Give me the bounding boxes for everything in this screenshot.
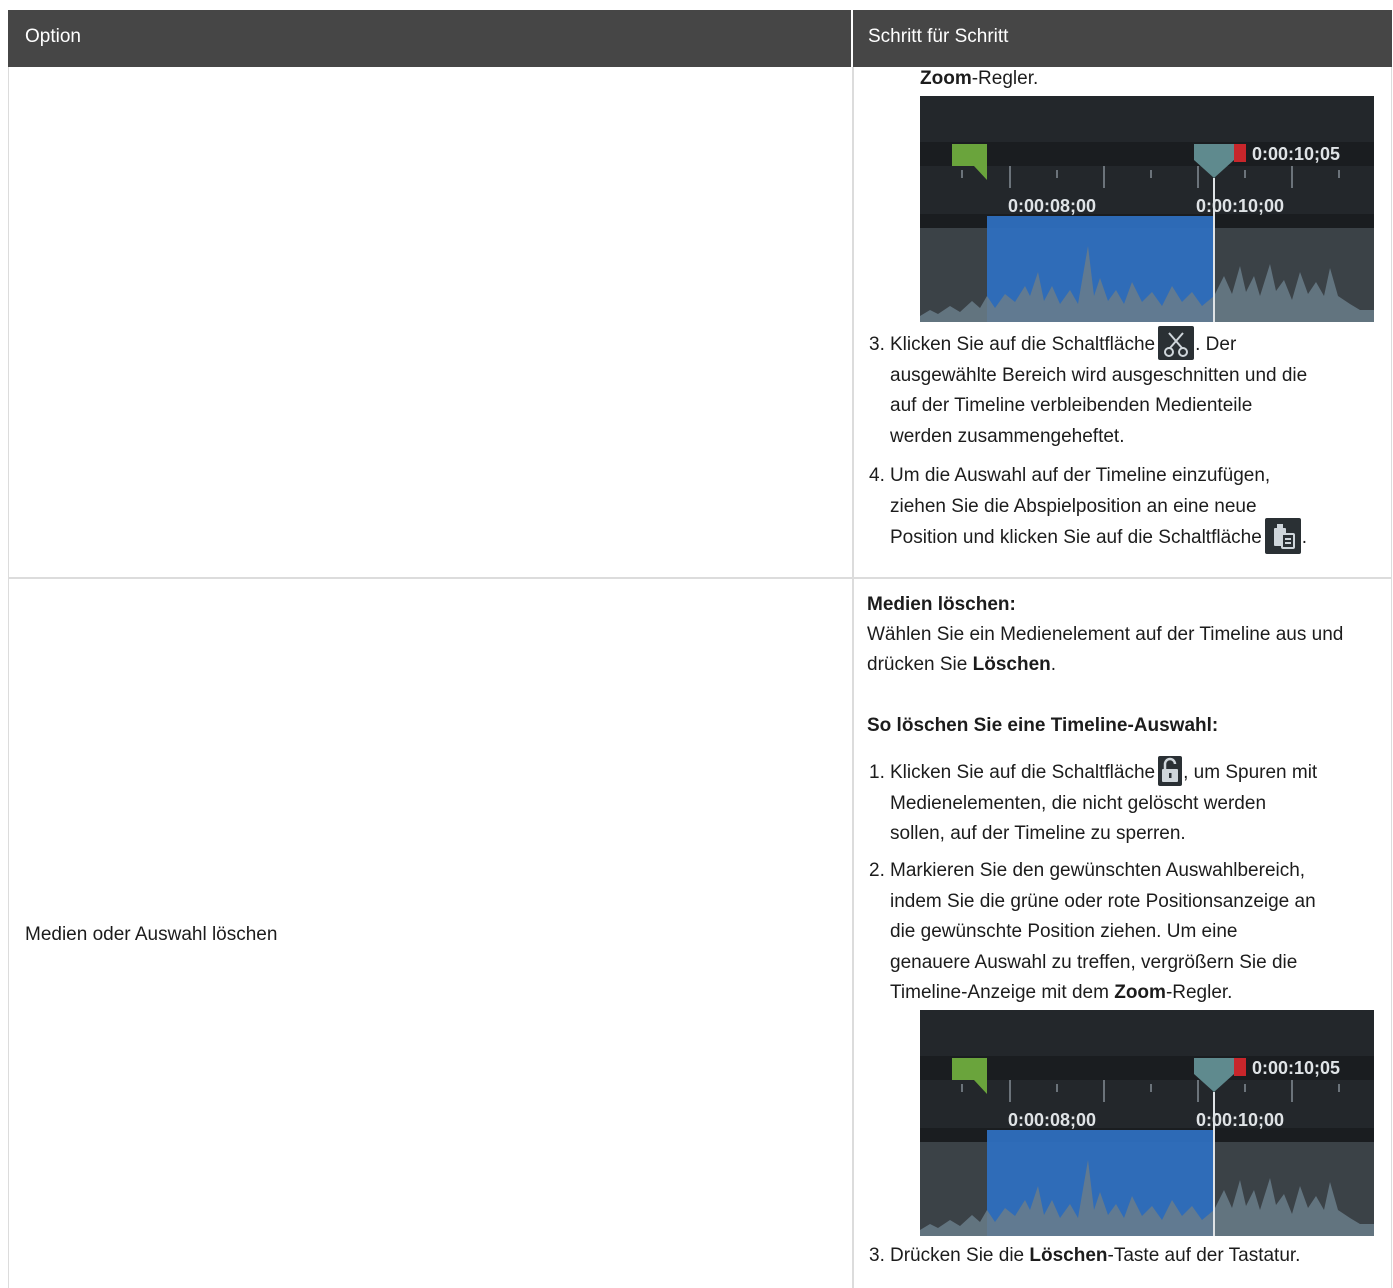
delete-media-line-1: Wählen Sie ein Medienelement auf der Tim… — [867, 624, 1344, 645]
row2-step-1: 1. Klicken Sie auf die Schaltfläche, um … — [869, 755, 1317, 850]
svg-text:0:00:08;00: 0:00:08;00 — [1008, 1110, 1096, 1130]
unlock-icon[interactable] — [1158, 755, 1183, 786]
delete-media-heading: Medien löschen: — [867, 594, 1016, 615]
header-steps: Schritt für Schritt — [868, 26, 1009, 47]
scissors-icon[interactable] — [1158, 326, 1195, 360]
svg-text:0:00:10;05: 0:00:10;05 — [1252, 144, 1340, 164]
row1-step-4: 4. Um die Auswahl auf der Timeline einzu… — [869, 461, 1307, 554]
red-marker-shape — [1234, 1058, 1246, 1076]
header-option: Option — [25, 26, 81, 47]
row2-step-3: 3. Drücken Sie die Löschen-Taste auf der… — [869, 1245, 1301, 1266]
table-header: Option Schritt für Schritt — [8, 10, 1392, 67]
selection-heading: So löschen Sie eine Timeline-Auswahl: — [867, 715, 1219, 736]
zoom-tail-text: Zoom-Regler. — [920, 68, 1039, 89]
svg-text:0:00:10;00: 0:00:10;00 — [1196, 196, 1284, 216]
row2-step-2: 2. Markieren Sie den gewünschten Auswahl… — [869, 860, 1316, 1003]
svg-text:0:00:10;00: 0:00:10;00 — [1196, 1110, 1284, 1130]
paste-icon[interactable] — [1264, 518, 1301, 554]
red-marker-shape — [1234, 144, 1246, 162]
svg-text:0:00:10;05: 0:00:10;05 — [1252, 1058, 1340, 1078]
delete-media-line-2: drücken Sie Löschen. — [867, 654, 1057, 675]
timeline-graphic: 0:00:10;05 0:00:08;00 0:00:10;00 — [920, 96, 1374, 322]
svg-text:0:00:08;00: 0:00:08;00 — [1008, 196, 1096, 216]
row1-step-3: 3. Klicken Sie auf die Schaltfläche. Der… — [869, 326, 1307, 452]
option-label: Medien oder Auswahl löschen — [25, 924, 278, 945]
column-divider — [852, 579, 854, 1288]
column-divider — [852, 67, 854, 577]
timeline-screenshot: 0:00:10;05 0:00:08;00 0:00:10;00 — [920, 96, 1374, 322]
timeline-screenshot: 0:00:10;05 0:00:08;00 0:00:10;00 — [920, 1010, 1374, 1236]
timeline-graphic: 0:00:10;05 0:00:08;00 0:00:10;00 — [920, 1010, 1374, 1236]
